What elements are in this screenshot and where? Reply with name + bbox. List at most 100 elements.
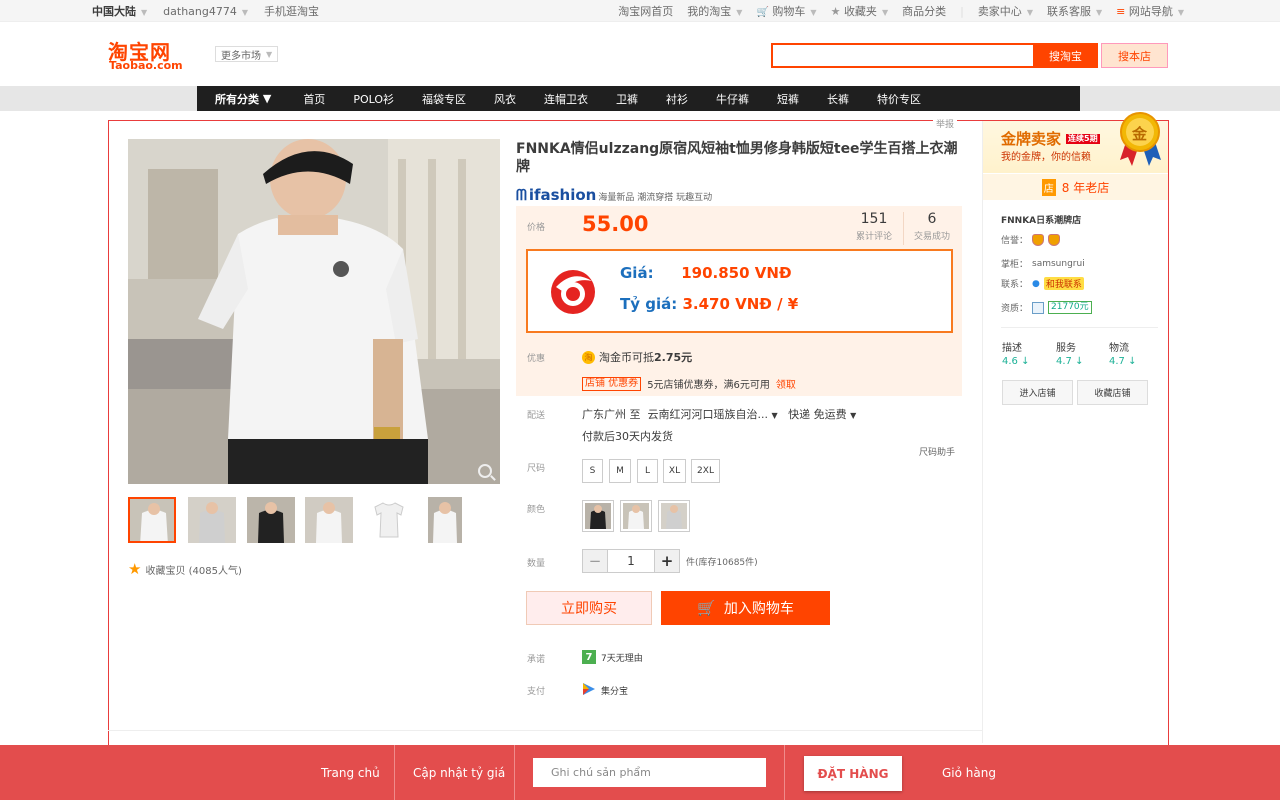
user-name[interactable]: dathang4774 ▼ xyxy=(163,5,248,18)
bottom-home-link[interactable]: Trang chủ xyxy=(321,745,380,800)
thumbnail-6[interactable] xyxy=(428,497,462,543)
rating-service: 服务 4.7 ↓ xyxy=(1056,343,1084,367)
site-nav-link[interactable]: ≡ 网站导航 ▼ xyxy=(1116,3,1184,19)
coupon-claim-link[interactable]: 领取 xyxy=(776,376,796,391)
nav-item[interactable]: 首页 xyxy=(289,86,339,111)
promise-label: 承诺 xyxy=(527,655,546,665)
menu-icon: ≡ xyxy=(1116,5,1126,18)
nav-item[interactable]: 长裤 xyxy=(813,86,863,111)
nav-item[interactable]: 牛仔裤 xyxy=(702,86,763,111)
seller-center-link[interactable]: 卖家中心 ▼ xyxy=(978,3,1033,19)
favorites-link[interactable]: ★ 收藏夹 ▼ xyxy=(831,3,889,19)
cart-link[interactable]: 🛒 购物车 ▼ xyxy=(756,3,816,19)
size-option[interactable]: 2XL xyxy=(691,459,720,483)
promise-text: 7天无理由 xyxy=(601,653,643,664)
shop-name[interactable]: FNNKA日系潮牌店 xyxy=(1001,213,1081,226)
mobile-link[interactable]: 手机逛淘宝 xyxy=(264,3,319,19)
color-option-black[interactable] xyxy=(582,500,614,532)
ship-to-selector[interactable]: 云南红河河口瑶族自治... ▼ xyxy=(648,408,778,421)
thumbnail-1[interactable] xyxy=(128,497,176,543)
taobao-home-link[interactable]: 淘宝网首页 xyxy=(618,3,673,19)
quantity-stepper: − 1 + xyxy=(582,549,680,573)
region-selector[interactable]: 中国大陆 ▼ xyxy=(92,3,147,19)
rating-description: 描述 4.6 ↓ xyxy=(1002,343,1030,367)
zoom-icon[interactable] xyxy=(478,464,492,478)
update-rate-link[interactable]: Cập nhật tỷ giá xyxy=(413,745,505,800)
star-icon: ★ xyxy=(830,5,841,18)
color-option-white[interactable] xyxy=(620,500,652,532)
size-option[interactable]: XL xyxy=(663,459,686,483)
add-to-cart-button[interactable]: 🛒 加入购物车 xyxy=(661,591,830,625)
exchange-rate-label: Tỷ giá: xyxy=(620,295,678,313)
promo-amount: 2.75元 xyxy=(654,351,693,364)
bottom-cart-link[interactable]: Giỏ hàng xyxy=(942,745,996,800)
nav-item[interactable]: 福袋专区 xyxy=(408,86,480,111)
chevron-down-icon: ▼ xyxy=(1026,8,1033,17)
ship-method-selector[interactable]: 快递 免运费 ▼ xyxy=(788,408,856,421)
price-value: 55.00 xyxy=(582,212,649,236)
size-helper-link[interactable]: 尺码助手 xyxy=(919,445,955,458)
nav-item[interactable]: 卫裤 xyxy=(602,86,652,111)
divider xyxy=(1001,327,1158,328)
quantity-increase-button[interactable]: + xyxy=(655,550,679,572)
thumbnail-5[interactable] xyxy=(365,497,413,543)
taobao-logo[interactable]: 淘宝网 Taobao.com xyxy=(108,36,200,76)
divider xyxy=(514,745,515,800)
nav-item[interactable]: 连帽卫衣 xyxy=(530,86,602,111)
ifashion-badge[interactable]: ᗰ ifashion 海量新品 潮流穿搭 玩趣互动 xyxy=(516,186,712,204)
quantity-decrease-button[interactable]: − xyxy=(583,550,607,572)
favorite-shop-button[interactable]: 收藏店铺 xyxy=(1077,380,1148,405)
size-option[interactable]: M xyxy=(609,459,631,483)
more-market-dropdown[interactable]: 更多市场 ▼ xyxy=(215,46,279,62)
seller-name[interactable]: samsungrui xyxy=(1032,259,1085,269)
nav-item[interactable]: 衬衫 xyxy=(652,86,702,111)
payment-info: 集分宝 xyxy=(582,682,628,699)
shop-seller: 掌柜： samsungrui xyxy=(1001,258,1085,271)
search-store-button[interactable]: 搜本店 xyxy=(1101,43,1168,68)
thumbnail-2[interactable] xyxy=(188,497,236,543)
vnd-price-value: 190.850 VNĐ xyxy=(681,264,792,282)
product-note-input[interactable]: Ghi chú sản phẩm xyxy=(533,758,766,787)
product-title: FNNKA情侣ulzzang原宿风短袖t恤男修身韩版短tee学生百搭上衣潮牌 xyxy=(516,141,958,175)
jifenbao-icon xyxy=(582,682,596,699)
ship-from: 广东广州 至 xyxy=(582,408,641,421)
place-order-button[interactable]: ĐẶT HÀNG xyxy=(804,756,902,791)
size-option[interactable]: L xyxy=(637,459,658,483)
caret-down-icon: ▼ xyxy=(850,411,857,420)
search-taobao-button[interactable]: 搜淘宝 xyxy=(1033,43,1098,68)
nav-item[interactable]: 特价专区 xyxy=(863,86,935,111)
product-main-image[interactable] xyxy=(128,139,500,484)
nav-all-categories[interactable]: 所有分类 ▼ xyxy=(197,86,289,111)
customer-service-link[interactable]: 联系客服 ▼ xyxy=(1047,3,1102,19)
thumbnail-4[interactable] xyxy=(305,497,353,543)
contact-seller-button[interactable]: 和我联系 xyxy=(1043,277,1084,290)
favorite-item-button[interactable]: ★ 收藏宝贝 (4085人气) xyxy=(128,560,242,578)
coupon-tag: 店铺 优惠券 xyxy=(582,376,642,391)
shipping-info: 广东广州 至 云南红河河口瑶族自治... ▼ 快递 免运费 ▼ xyxy=(582,406,856,422)
enter-shop-button[interactable]: 进入店铺 xyxy=(1002,380,1073,405)
review-stat[interactable]: 151 累计评论 xyxy=(849,211,899,242)
gold-seller-title: 金牌卖家 连续5期 xyxy=(1001,130,1100,148)
site-topbar: 中国大陆 ▼ dathang4774 ▼ 手机逛淘宝 淘宝网首页 我的淘宝 ▼ 🛒 购… xyxy=(0,0,1280,22)
my-taobao-link[interactable]: 我的淘宝 ▼ xyxy=(687,3,742,19)
color-option-grey[interactable] xyxy=(658,500,690,532)
search-input[interactable] xyxy=(771,43,1034,68)
cart-icon: 🛒 xyxy=(697,599,716,617)
deal-count: 6 xyxy=(927,211,937,227)
report-link[interactable]: 举报 xyxy=(933,117,958,130)
rating-value: 4.7 ↓ xyxy=(1109,356,1137,367)
wangwang-icon: ● xyxy=(1032,278,1040,289)
size-option[interactable]: S xyxy=(582,459,603,483)
nav-item[interactable]: 风衣 xyxy=(480,86,530,111)
buy-now-button[interactable]: 立即购买 xyxy=(526,591,652,625)
quantity-input[interactable]: 1 xyxy=(607,550,655,572)
payment-text: 集分宝 xyxy=(601,687,629,697)
divider xyxy=(108,730,982,731)
chevron-down-icon: ▼ xyxy=(1177,8,1184,17)
nav-item[interactable]: POLO衫 xyxy=(339,86,408,111)
nav-item[interactable]: 短裤 xyxy=(763,86,813,111)
medal-text: 金 xyxy=(1132,125,1148,143)
categories-link[interactable]: 商品分类 xyxy=(902,3,946,19)
thumbnail-3[interactable] xyxy=(247,497,295,543)
crown-icon xyxy=(1032,233,1045,246)
